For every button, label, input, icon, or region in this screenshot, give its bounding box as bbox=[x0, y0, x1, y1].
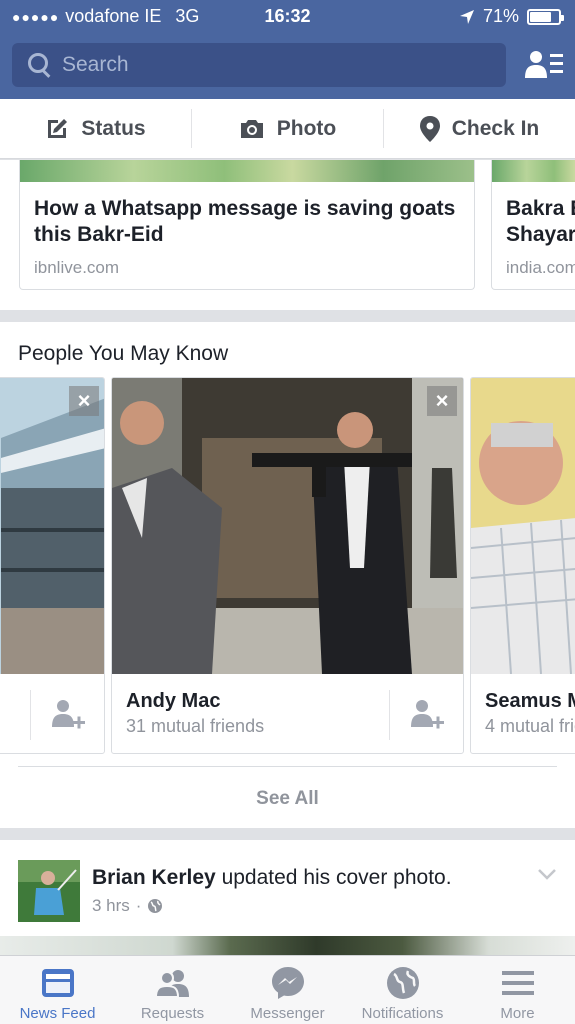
person-info bbox=[0, 674, 104, 753]
story-action: updated his cover photo. bbox=[215, 866, 452, 889]
link-card[interactable]: Bakra Eid Shayari india.com bbox=[491, 160, 575, 290]
tab-label: Messenger bbox=[250, 1005, 325, 1022]
composer-bar: Status Photo Check In bbox=[0, 99, 575, 159]
person-name: Andy Mac bbox=[126, 690, 221, 712]
search-icon bbox=[28, 53, 52, 77]
link-card[interactable]: How a Whatsapp message is saving goats t… bbox=[19, 160, 475, 290]
person-card[interactable]: × bbox=[0, 377, 105, 754]
globe-privacy-icon bbox=[148, 899, 163, 913]
tab-bar: News Feed Requests Messenger Notificatio… bbox=[0, 955, 575, 1024]
person-photo bbox=[471, 378, 575, 674]
status-label: Status bbox=[81, 116, 146, 140]
battery-icon bbox=[527, 8, 564, 25]
avatar[interactable] bbox=[18, 860, 80, 922]
requests-icon bbox=[154, 970, 189, 998]
dismiss-icon[interactable]: × bbox=[427, 386, 457, 416]
person-photo bbox=[112, 378, 463, 674]
tab-label: Requests bbox=[140, 1005, 205, 1022]
check-in-button[interactable]: Check In bbox=[384, 99, 575, 158]
photo-label: Photo bbox=[276, 116, 337, 140]
person-info: Seamus M 4 mutual friends bbox=[471, 674, 575, 753]
status-button[interactable]: Status bbox=[0, 99, 191, 158]
tab-label: Notifications bbox=[361, 1005, 444, 1022]
location-arrow-icon bbox=[459, 9, 474, 24]
link-thumbnail bbox=[20, 160, 474, 182]
add-friend-icon bbox=[51, 700, 85, 729]
search-input[interactable] bbox=[62, 53, 482, 77]
tab-requests[interactable]: Requests bbox=[115, 956, 230, 1024]
edit-icon bbox=[48, 118, 68, 138]
people-you-may-know: People You May Know × × Andy Mac 31 mutu… bbox=[0, 322, 575, 828]
cover-photo[interactable] bbox=[0, 936, 575, 955]
status-bar: ●●●●● vodafone IE 3G 16:32 71% bbox=[0, 0, 575, 34]
story-headline: Brian Kerley updated his cover photo. bbox=[92, 866, 452, 890]
person-card[interactable]: × Andy Mac 31 mutual friends bbox=[111, 377, 464, 754]
link-title: Bakra Eid Shayari bbox=[506, 197, 575, 246]
story-meta: 3 hrs · bbox=[92, 896, 163, 916]
add-friend-button[interactable] bbox=[389, 690, 463, 740]
section-divider bbox=[18, 766, 557, 767]
link-title: How a Whatsapp message is saving goats t… bbox=[34, 197, 456, 246]
search-bar[interactable] bbox=[12, 43, 506, 87]
globe-icon bbox=[386, 967, 419, 999]
friends-list-icon[interactable] bbox=[525, 50, 563, 80]
see-all-link[interactable]: See All bbox=[0, 788, 575, 810]
add-friend-icon bbox=[410, 700, 444, 729]
section-title: People You May Know bbox=[18, 342, 229, 365]
shared-links-carousel: How a Whatsapp message is saving goats t… bbox=[0, 160, 575, 310]
feed-story: Brian Kerley updated his cover photo. 3 … bbox=[0, 840, 575, 955]
story-time[interactable]: 3 hrs bbox=[92, 896, 130, 916]
tab-label: More bbox=[500, 1005, 535, 1022]
messenger-icon bbox=[271, 967, 304, 999]
meta-separator: · bbox=[135, 896, 142, 915]
add-friend-button[interactable] bbox=[30, 690, 104, 740]
tab-messenger[interactable]: Messenger bbox=[230, 956, 345, 1024]
person-card[interactable]: Seamus M 4 mutual friends bbox=[470, 377, 575, 754]
mutual-friends: 31 mutual friends bbox=[126, 716, 265, 736]
link-domain: ibnlive.com bbox=[34, 258, 120, 277]
chevron-down-icon[interactable] bbox=[537, 868, 557, 880]
camera-icon bbox=[240, 119, 263, 138]
top-bar: ●●●●● vodafone IE 3G 16:32 71% bbox=[0, 0, 575, 99]
person-photo bbox=[0, 378, 104, 674]
tab-more[interactable]: More bbox=[460, 956, 575, 1024]
author-name[interactable]: Brian Kerley bbox=[92, 866, 216, 889]
person-info: Andy Mac 31 mutual friends bbox=[112, 674, 463, 753]
tab-notifications[interactable]: Notifications bbox=[345, 956, 460, 1024]
menu-icon bbox=[501, 971, 534, 995]
link-thumbnail bbox=[492, 160, 575, 182]
tab-label: News Feed bbox=[19, 1005, 96, 1022]
check-in-label: Check In bbox=[451, 116, 540, 140]
mutual-friends: 4 mutual friends bbox=[485, 716, 575, 736]
news-feed-icon bbox=[41, 969, 74, 997]
link-domain: india.com bbox=[506, 258, 575, 277]
status-right: 71% bbox=[459, 6, 564, 27]
photo-button[interactable]: Photo bbox=[192, 99, 383, 158]
map-pin-icon bbox=[419, 115, 440, 142]
tab-news-feed[interactable]: News Feed bbox=[0, 956, 115, 1024]
dismiss-icon[interactable]: × bbox=[69, 386, 99, 416]
battery-percent: 71% bbox=[482, 6, 519, 26]
person-name: Seamus M bbox=[485, 690, 575, 712]
